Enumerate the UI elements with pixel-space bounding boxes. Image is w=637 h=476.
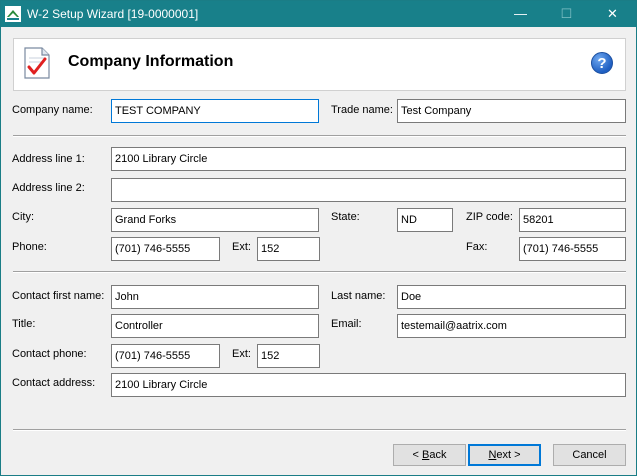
- company-name-input[interactable]: [111, 99, 319, 123]
- back-prefix: <: [412, 449, 422, 461]
- next-rest: ext >: [496, 449, 521, 461]
- help-icon[interactable]: ?: [591, 52, 613, 74]
- back-rest: ack: [429, 449, 447, 461]
- window-title: W-2 Setup Wizard [19-0000001]: [27, 7, 199, 21]
- close-button[interactable]: ✕: [590, 1, 635, 27]
- ext-input[interactable]: [257, 237, 320, 261]
- address-line1-input[interactable]: [111, 147, 626, 171]
- app-icon: [5, 6, 21, 22]
- next-button[interactable]: Next >: [468, 444, 541, 466]
- divider: [13, 429, 626, 431]
- contact-address-input[interactable]: [111, 373, 626, 397]
- city-input[interactable]: [111, 208, 319, 232]
- zip-label: ZIP code:: [466, 211, 513, 223]
- setup-wizard-window: W-2 Setup Wizard [19-0000001] — ☐ ✕ Comp…: [0, 0, 637, 476]
- title-bar[interactable]: W-2 Setup Wizard [19-0000001] — ☐ ✕: [1, 1, 636, 27]
- fax-label: Fax:: [466, 241, 488, 253]
- last-name-input[interactable]: [397, 285, 626, 309]
- contact-first-name-input[interactable]: [111, 285, 319, 309]
- title-input[interactable]: [111, 314, 319, 338]
- email-input[interactable]: [397, 314, 626, 338]
- last-name-label: Last name:: [331, 290, 386, 302]
- address-line2-input[interactable]: [111, 178, 626, 202]
- ext-label: Ext:: [232, 241, 251, 253]
- contact-ext-label: Ext:: [232, 348, 251, 360]
- wizard-header: Company Information ?: [13, 38, 626, 91]
- phone-input[interactable]: [111, 237, 220, 261]
- back-button[interactable]: < Back: [393, 444, 466, 466]
- state-input[interactable]: [397, 208, 453, 232]
- checklist-document-icon: [24, 47, 50, 79]
- page-title: Company Information: [68, 53, 234, 70]
- cancel-button[interactable]: Cancel: [553, 444, 626, 466]
- contact-phone-input[interactable]: [111, 344, 220, 368]
- address-line1-label: Address line 1:: [12, 153, 85, 165]
- contact-ext-input[interactable]: [257, 344, 320, 368]
- fax-input[interactable]: [519, 237, 626, 261]
- contact-first-name-label: Contact first name:: [12, 290, 105, 302]
- company-name-label: Company name:: [12, 104, 93, 116]
- divider: [13, 135, 626, 137]
- contact-address-label: Contact address:: [12, 377, 96, 389]
- phone-label: Phone:: [12, 241, 47, 253]
- zip-input[interactable]: [519, 208, 626, 232]
- address-line2-label: Address line 2:: [12, 182, 85, 194]
- city-label: City:: [12, 211, 34, 223]
- title-label: Title:: [12, 318, 36, 330]
- trade-name-label: Trade name:: [331, 104, 393, 116]
- maximize-button[interactable]: ☐: [544, 1, 589, 27]
- email-label: Email:: [331, 318, 362, 330]
- divider: [13, 271, 626, 273]
- trade-name-input[interactable]: [397, 99, 626, 123]
- contact-phone-label: Contact phone:: [12, 348, 87, 360]
- minimize-button[interactable]: —: [498, 1, 543, 27]
- state-label: State:: [331, 211, 360, 223]
